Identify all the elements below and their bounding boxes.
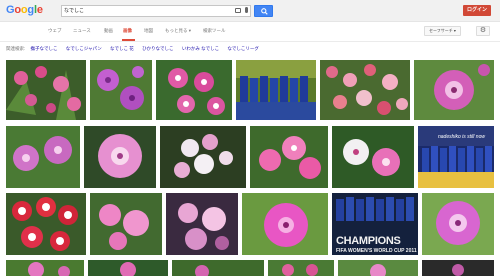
image-result[interactable] [88,260,168,276]
flower-image [156,60,232,120]
login-button[interactable]: ログイン [463,5,491,16]
team-photo-image [236,60,316,120]
image-result[interactable] [156,60,232,120]
microphone-icon[interactable] [245,7,248,13]
related-searches: 関連検索: 撫子なでしこ なでしこジャパン なでしこ 花 ひかりなでしこ いわか… [6,46,266,54]
image-result[interactable] [172,260,264,276]
flower-image [90,193,162,255]
related-item[interactable]: なでしこリーグ [227,46,259,51]
flower-image [320,60,410,120]
image-result[interactable] [6,260,84,276]
image-result[interactable] [422,260,494,276]
active-tab-indicator [122,39,135,41]
image-caption-sub: FIFA WOMEN'S WORLD CUP 2011 [336,248,417,254]
flower-image [172,260,264,276]
image-caption: nadeshiko is still now [438,134,485,140]
flower-image [422,260,494,276]
image-result[interactable] [332,126,414,188]
image-caption-champions: CHAMPIONS [336,235,401,247]
image-result[interactable] [338,260,418,276]
flower-image [84,126,156,188]
image-result[interactable] [6,126,80,188]
image-result[interactable] [320,60,410,120]
image-result[interactable] [422,193,494,255]
settings-button[interactable]: ⚙ [476,26,490,36]
flower-image [332,126,414,188]
image-result[interactable] [166,193,238,255]
image-result[interactable] [90,193,162,255]
flower-image [6,193,86,255]
image-result[interactable] [90,60,152,120]
top-bar: Google ログイン [0,0,500,22]
image-result[interactable] [268,260,334,276]
tab-more[interactable]: もっと見る ▾ [165,28,191,34]
related-item[interactable]: なでしこ 花 [110,46,134,51]
related-item[interactable]: 撫子なでしこ [31,46,58,51]
image-result[interactable] [242,193,328,255]
tab-images[interactable]: 画像 [123,28,132,34]
flower-image [6,126,80,188]
image-result[interactable] [6,193,86,255]
flower-image [6,260,84,276]
flower-image [166,193,238,255]
image-result[interactable] [6,60,86,120]
keyboard-icon[interactable] [235,8,241,13]
flower-image [422,193,494,255]
search-input[interactable] [64,6,224,16]
image-result[interactable]: CHAMPIONS FIFA WOMEN'S WORLD CUP 2011 [332,193,418,255]
related-item[interactable]: いわかみ なでしこ [182,46,219,51]
flower-image [88,260,168,276]
image-result[interactable] [414,60,494,120]
image-result[interactable] [236,60,316,120]
gear-icon: ⚙ [479,27,487,34]
tab-news[interactable]: ニュース [73,28,91,34]
flower-image [90,60,152,120]
google-logo[interactable]: Google [6,4,43,16]
safesearch-button[interactable]: セーフサーチ ▾ [424,26,461,36]
image-result[interactable]: nadeshiko is still now [418,126,494,188]
tab-search-tools[interactable]: 検索ツール [203,28,226,34]
search-box [61,5,251,17]
image-result[interactable] [160,126,246,188]
flower-image [242,193,328,255]
logo-letter: e [36,4,43,16]
flower-image [414,60,494,120]
flower-image [160,126,246,188]
tab-maps[interactable]: 地図 [144,28,153,34]
flower-image [338,260,418,276]
tab-videos[interactable]: 動画 [104,28,113,34]
flower-image [250,126,328,188]
flower-image [268,260,334,276]
search-button[interactable] [254,5,273,17]
related-item[interactable]: なでしこジャパン [66,46,102,51]
related-item[interactable]: ひかりなでしこ [142,46,174,51]
search-icon [261,8,268,15]
image-result[interactable] [84,126,156,188]
flower-image [6,60,86,120]
image-result[interactable] [250,126,328,188]
tab-web[interactable]: ウェブ [48,28,62,34]
related-label: 関連検索: [6,46,26,51]
